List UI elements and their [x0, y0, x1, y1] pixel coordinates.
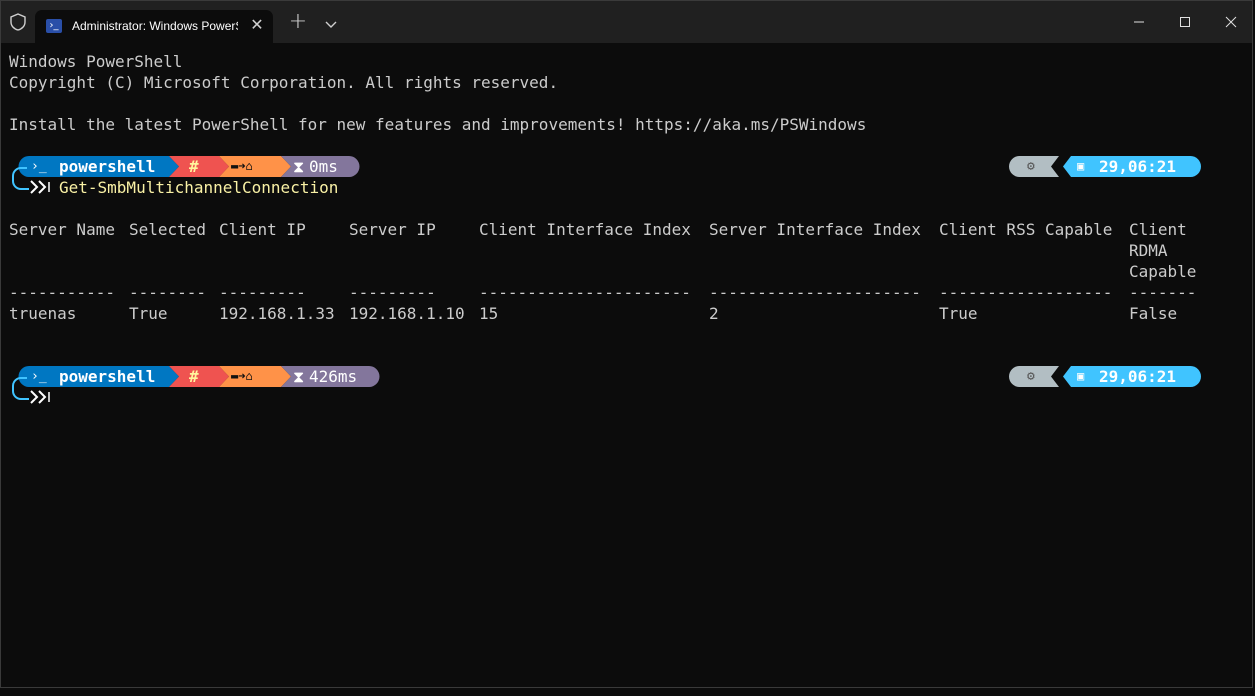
clock-segment: 29,06:21: [1099, 367, 1177, 386]
table-separator: ----------- -------- --------- ---------…: [9, 282, 1249, 303]
maximize-button[interactable]: [1162, 1, 1208, 43]
column-header: RDMA: [1129, 241, 1168, 260]
separator: ---------: [219, 283, 306, 302]
calendar-icon: ▣: [1077, 369, 1085, 383]
separator: ----------------------: [479, 283, 691, 302]
hourglass-icon: ⧗: [293, 157, 305, 176]
new-tab-button[interactable]: +: [288, 11, 308, 33]
calendar-icon: ▣: [1077, 159, 1085, 173]
column-header: Client Interface Index: [479, 220, 691, 239]
banner-line: Install the latest PowerShell for new fe…: [9, 115, 867, 134]
close-button[interactable]: [1208, 1, 1254, 43]
folder-home-icon: ▬➜⌂: [231, 369, 253, 383]
table-cell: False: [1129, 304, 1178, 323]
separator: -------: [1129, 283, 1197, 302]
command-line-input[interactable]: [9, 377, 1249, 408]
root-segment: #: [189, 157, 199, 176]
separator: ---------: [349, 283, 436, 302]
shell-segment: powershell: [59, 157, 156, 176]
gear-icon: ⚙: [1027, 159, 1035, 174]
column-header: Capable: [1129, 262, 1197, 281]
column-header: Selected: [129, 220, 207, 239]
table-header: Server Name Selected Client IP Server IP…: [9, 219, 1249, 240]
table-cell: truenas: [9, 304, 77, 323]
table-cell: True: [129, 304, 168, 323]
table-cell: 192.168.1.33: [219, 304, 335, 323]
shield-icon: [7, 11, 29, 33]
column-header: Server Interface Index: [709, 220, 921, 239]
terminal-window: ›_ Administrator: Windows PowerShell ✕ +…: [0, 0, 1253, 688]
table-header-wrap: RDMA: [9, 240, 1249, 261]
table-header-wrap: Capable: [9, 261, 1249, 282]
table-cell: 192.168.1.10: [349, 304, 465, 323]
column-header: Client: [1129, 220, 1187, 239]
prompt-bar: ›_ powershell # ▬➜⌂ ⧗ 0ms ⚙ ▣ 29,06:21: [9, 156, 1249, 177]
tab-title: Administrator: Windows PowerShell: [72, 19, 238, 33]
tab-close-button[interactable]: ✕: [248, 16, 266, 34]
table-row: truenas True 192.168.1.33 192.168.1.10 1…: [9, 303, 1249, 324]
terminal-output[interactable]: Windows PowerShell Copyright (C) Microso…: [9, 51, 1201, 471]
table-cell: 15: [479, 304, 499, 323]
command-line: Get-SmbMultichannelConnection: [9, 167, 1249, 198]
prompt-bar: ›_ powershell # ▬➜⌂ ⧗ 426ms ⚙ ▣ 29,06:21: [9, 366, 1249, 387]
root-segment: #: [189, 367, 199, 386]
separator: ----------------------: [709, 283, 921, 302]
separator: --------: [129, 283, 207, 302]
title-bar[interactable]: ›_ Administrator: Windows PowerShell ✕ +: [1, 1, 1252, 43]
powershell-icon: ›_: [46, 19, 62, 33]
folder-home-icon: ▬➜⌂: [231, 159, 253, 173]
banner-line: Copyright (C) Microsoft Corporation. All…: [9, 73, 559, 92]
minimize-button[interactable]: [1116, 1, 1162, 43]
gear-icon: ⚙: [1027, 369, 1035, 384]
separator: ------------------: [939, 283, 1113, 302]
clock-segment: 29,06:21: [1099, 157, 1177, 176]
command-text: Get-SmbMultichannelConnection: [59, 178, 339, 197]
column-header: Server Name: [9, 220, 115, 239]
column-header: Client IP: [219, 220, 306, 239]
execution-time: 426ms: [309, 367, 358, 386]
table-cell: 2: [709, 304, 719, 323]
separator: -----------: [9, 283, 115, 302]
chevron-down-icon[interactable]: [323, 15, 343, 31]
hourglass-icon: ⧗: [293, 367, 305, 386]
table-cell: True: [939, 304, 978, 323]
tab-powershell[interactable]: ›_ Administrator: Windows PowerShell ✕: [35, 10, 273, 43]
column-header: Client RSS Capable: [939, 220, 1113, 239]
banner-line: Windows PowerShell: [9, 52, 183, 71]
execution-time: 0ms: [309, 157, 338, 176]
column-header: Server IP: [349, 220, 436, 239]
shell-segment: powershell: [59, 367, 156, 386]
